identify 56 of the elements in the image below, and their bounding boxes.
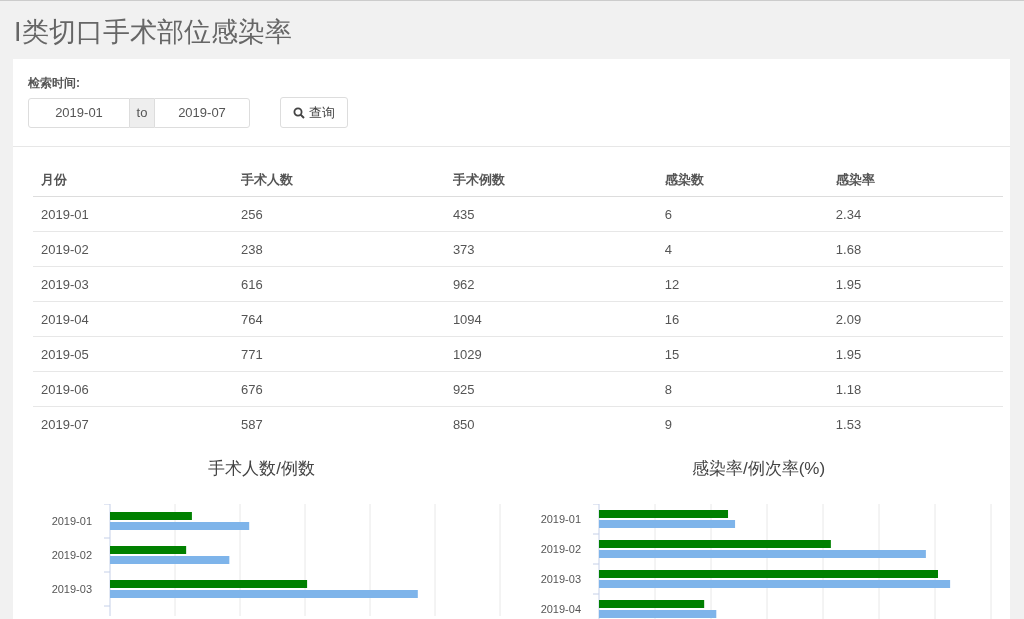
table-cell: 764 bbox=[233, 301, 445, 337]
column-header: 手术例数 bbox=[444, 163, 657, 197]
table-cell: 2.34 bbox=[827, 196, 1003, 232]
category-label: 2019-04 bbox=[540, 602, 582, 617]
category-label: 2019-01 bbox=[540, 512, 582, 527]
table-cell: 2019-01 bbox=[33, 196, 233, 232]
table-cell: 12 bbox=[656, 266, 828, 302]
table-cell: 1.68 bbox=[827, 231, 1003, 267]
table-cell: 925 bbox=[444, 371, 657, 407]
table-cell: 373 bbox=[444, 231, 657, 267]
table-cell: 2019-06 bbox=[33, 371, 233, 407]
range-separator: to bbox=[130, 97, 154, 128]
table-cell: 15 bbox=[656, 336, 828, 372]
table-cell: 1.95 bbox=[827, 336, 1003, 372]
table-cell: 587 bbox=[233, 406, 445, 441]
table-cell: 256 bbox=[233, 196, 445, 232]
table-cell: 1029 bbox=[444, 336, 657, 372]
column-header: 感染率 bbox=[827, 163, 1003, 197]
start-date-field[interactable]: 2019-01 bbox=[28, 97, 130, 128]
column-header: 手术人数 bbox=[233, 163, 445, 197]
category-label: 2019-02 bbox=[540, 542, 582, 557]
search-icon bbox=[293, 106, 305, 119]
chart-title: 手术人数/例数 bbox=[207, 458, 316, 480]
table-cell: 676 bbox=[233, 371, 445, 407]
table-cell: 1.53 bbox=[827, 406, 1003, 441]
table-cell: 771 bbox=[233, 336, 445, 372]
table-cell: 2019-02 bbox=[33, 231, 233, 267]
table-cell: 4 bbox=[656, 231, 828, 267]
table-cell: 962 bbox=[444, 266, 657, 302]
table-cell: 616 bbox=[233, 266, 445, 302]
table-cell: 8 bbox=[656, 371, 828, 407]
category-label: 2019-01 bbox=[51, 514, 93, 529]
chart-title: 感染率/例次率(%) bbox=[690, 458, 827, 480]
table-cell: 238 bbox=[233, 231, 445, 267]
category-label: 2019-03 bbox=[51, 582, 93, 597]
category-label: 2019-02 bbox=[51, 548, 93, 563]
table-cell: 435 bbox=[444, 196, 657, 232]
page-title: I类切口手术部位感染率 bbox=[13, 16, 293, 49]
table-cell: 16 bbox=[656, 301, 828, 337]
search-label: 检索时间: bbox=[28, 75, 81, 92]
table-cell: 2019-03 bbox=[33, 266, 233, 302]
table-cell: 1.18 bbox=[827, 371, 1003, 407]
table-cell: 9 bbox=[656, 406, 828, 441]
table-cell: 6 bbox=[656, 196, 828, 232]
table-cell: 2019-07 bbox=[33, 406, 233, 441]
column-header: 感染数 bbox=[656, 163, 828, 197]
category-label: 2019-03 bbox=[540, 572, 582, 587]
column-header: 月份 bbox=[33, 163, 233, 197]
table-cell: 850 bbox=[444, 406, 657, 441]
table-cell: 2.09 bbox=[827, 301, 1003, 337]
end-date-field[interactable]: 2019-07 bbox=[154, 97, 250, 128]
table-cell: 2019-05 bbox=[33, 336, 233, 372]
table-cell: 1.95 bbox=[827, 266, 1003, 302]
table-cell: 2019-04 bbox=[33, 301, 233, 337]
search-button[interactable]: 查询 bbox=[280, 97, 348, 128]
table-cell: 1094 bbox=[444, 301, 657, 337]
